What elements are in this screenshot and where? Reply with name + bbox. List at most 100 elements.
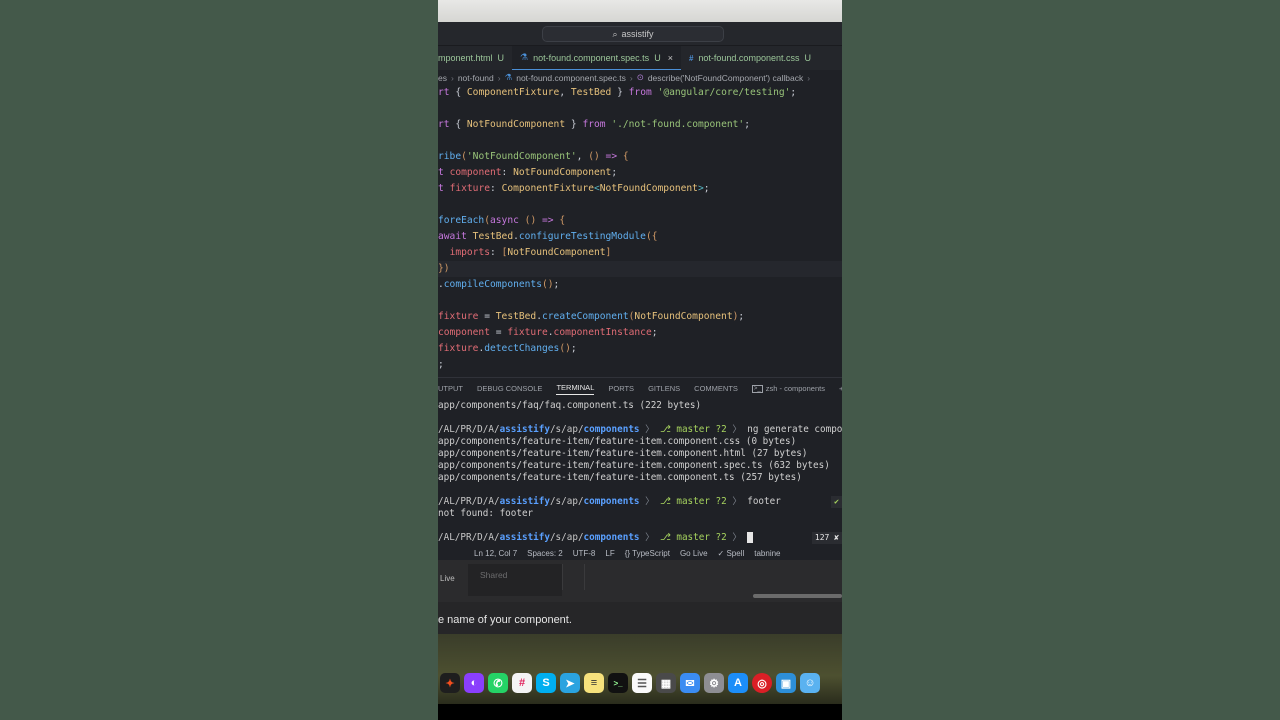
command-center-label: assistify [621,29,654,39]
breadcrumb-item[interactable]: not-found.component.spec.ts [516,73,626,83]
terminal-prompt-active: /AL/PR/D/A/assistify/s/ap/components 〉 ⎇… [438,532,842,544]
spell-check[interactable]: ✓ Spell [718,549,745,558]
code-line: fixture = TestBed.createComponent(NotFou… [438,311,745,322]
slack-icon[interactable]: # [512,673,532,693]
branch-icon: ⎇ [654,424,677,435]
screen-recording: ⌕ assistify mponent.html U ⚗ not-found.c… [438,0,842,720]
terminal-icon: >_ [751,384,763,393]
skype-icon[interactable]: S [536,673,556,693]
tab-ports[interactable]: PORTS [608,384,634,393]
title-bar: ⌕ assistify [438,22,842,46]
tab-spec-ts[interactable]: ⚗ not-found.component.spec.ts U × [512,46,681,70]
code-line-current: }) [438,261,842,277]
notes-icon[interactable]: ≡ [584,673,604,693]
terminal-line: app/components/faq/faq.component.ts (222… [438,400,702,411]
terminal-prompt: /AL/PR/D/A/assistify/s/ap/components 〉 ⎇… [438,424,842,435]
indentation[interactable]: Spaces: 2 [527,549,563,558]
close-icon[interactable]: × [668,53,673,63]
search-icon: ⌕ [612,28,618,39]
mail-icon[interactable]: ✉ [680,673,700,693]
breadcrumb-item[interactable]: es [438,73,447,83]
cursor-position[interactable]: Ln 12, Col 7 [474,549,517,558]
code-line: rt { ComponentFixture, TestBed } from '@… [438,87,797,98]
terminal-instance-label: zsh - components [765,384,825,393]
breadcrumb: es › not-found › ⚗ not-found.component.s… [438,70,842,85]
terminal-icon[interactable]: >_ [608,673,628,693]
language-mode[interactable]: {} TypeScript [625,549,670,558]
branch-icon: ⎇ [654,496,677,507]
tab-label: not-found.component.spec.ts [533,52,650,63]
calculator-icon[interactable]: ▦ [656,673,676,693]
app-store-icon[interactable]: A [728,673,748,693]
add-terminal-icon[interactable]: + [839,384,842,393]
terminal-prompt: /AL/PR/D/A/assistify/s/ap/components 〉 ⎇… [438,496,842,508]
bottom-bar [438,704,842,720]
tab-debug-console[interactable]: DEBUG CONSOLE [477,384,542,393]
tab-component-html[interactable]: mponent.html U [438,46,512,70]
terminal-error: not found: footer [438,508,534,519]
terminal-output[interactable]: app/components/faq/faq.component.ts (222… [438,400,842,546]
horizontal-scrollbar[interactable] [753,594,842,598]
tab-comments[interactable]: COMMENTS [694,384,738,393]
telegram-icon[interactable]: ➤ [560,673,580,693]
chevron-right-icon: › [450,72,454,83]
chevron-right-icon: › [497,72,501,83]
command-center[interactable]: ⌕ assistify [542,26,724,42]
code-line: ribe('NotFoundComponent', () => { [438,151,629,162]
code-editor[interactable]: rt { ComponentFixture, TestBed } from '@… [438,85,842,377]
terminal-line: app/components/feature-item/feature-item… [438,436,797,447]
status-bar: Ln 12, Col 7 Spaces: 2 UTF-8 LF {} TypeS… [438,546,842,560]
finder-icon[interactable]: ☺ [800,673,820,693]
code-line: imports: [NotFoundComponent] [449,247,612,258]
code-line: t component: NotFoundComponent; [438,167,618,178]
modified-badge: U [497,53,505,63]
code-line: fixture.detectChanges(); [438,343,577,354]
code-line: await TestBed.configureTestingModule({ [438,231,658,242]
code-line: ; [438,359,444,370]
breadcrumb-item[interactable]: not-found [458,73,494,83]
dock: ✦ ◐ ✆ # S ➤ ≡ >_ ☰ ▦ ✉ ⚙ A ◎ ▣ ☺ [440,671,842,695]
messenger-icon[interactable]: ◐ [464,673,484,693]
tab-output[interactable]: UTPUT [438,384,463,393]
code-line: rt { NotFoundComponent } from './not-fou… [438,119,750,130]
tabnine-status[interactable]: tabnine [754,549,780,558]
code-line: t fixture: ComponentFixture<NotFoundComp… [438,183,710,194]
function-icon: ⊙ [636,72,644,82]
exit-status-ok: ✔ [831,496,842,508]
file-icon: ⚗ [504,72,513,82]
column-divider [584,564,744,590]
whatsapp-icon[interactable]: ✆ [488,673,508,693]
panel-tab-bar: UTPUT DEBUG CONSOLE TERMINAL PORTS GITLE… [438,377,842,399]
tab-terminal[interactable]: TERMINAL [556,383,595,395]
modified-badge: U [804,53,811,63]
desktop-background: ✦ ◐ ✆ # S ➤ ≡ >_ ☰ ▦ ✉ ⚙ A ◎ ▣ ☺ [438,634,842,704]
settings-icon[interactable]: ⚙ [704,673,724,693]
preview-icon[interactable]: ▣ [776,673,796,693]
tab-component-css[interactable]: # not-found.component.css U [681,46,819,70]
line-ending[interactable]: LF [605,549,614,558]
terminal-instance[interactable]: >_ zsh - components [751,384,825,393]
terminal-line: app/components/feature-item/feature-item… [438,448,808,459]
terminal-line: app/components/feature-item/feature-item… [438,472,802,483]
background-window: Live Shared [438,560,842,602]
editor-tabs: mponent.html U ⚗ not-found.component.spe… [438,46,842,70]
live-label: Live [440,574,455,583]
exit-status-error: 127 ✘ [811,532,842,544]
encoding[interactable]: UTF-8 [573,549,596,558]
tab-label: mponent.html [438,53,493,63]
figma-icon[interactable]: ✦ [440,673,460,693]
modified-badge: U [654,52,661,63]
branch-icon: ⎇ [654,532,677,543]
terminal-line: app/components/feature-item/feature-item… [438,460,830,471]
terminal-cursor [747,532,754,543]
creative-cloud-icon[interactable]: ◎ [752,673,772,693]
go-live-button[interactable]: Go Live [680,549,708,558]
reminders-icon[interactable]: ☰ [632,673,652,693]
tab-gitlens[interactable]: GITLENS [648,384,680,393]
flask-icon: ⚗ [520,52,529,62]
breadcrumb-item[interactable]: describe('NotFoundComponent') callback [648,73,803,83]
shared-tab[interactable]: Shared [468,564,562,596]
